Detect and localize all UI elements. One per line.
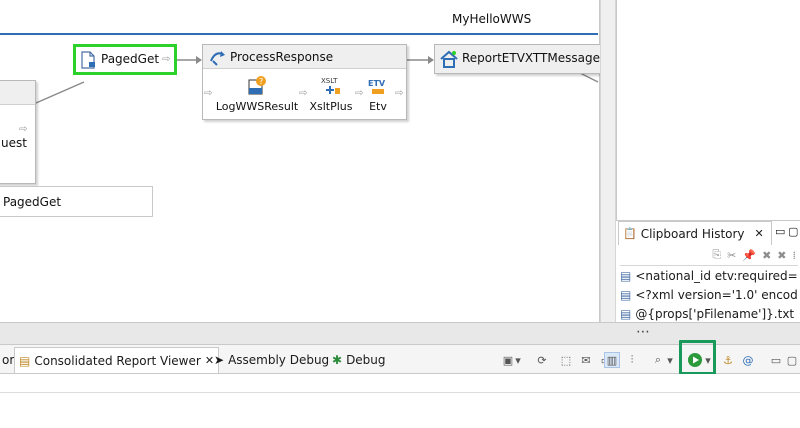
clip-file-icon: ▤ <box>620 306 632 321</box>
flow-node-partial-left[interactable]: ⇨ uest <box>0 80 36 184</box>
pin-icon[interactable]: 📌 <box>742 249 756 262</box>
document-icon <box>81 51 95 69</box>
minimize-icon[interactable]: ▭ <box>768 352 784 368</box>
chart-view-icon[interactable]: ⫶ <box>624 352 640 368</box>
etv-icon-text: ETV <box>368 79 386 88</box>
link-icon[interactable]: ⚓ <box>720 352 736 368</box>
play-button-highlight <box>679 340 716 375</box>
zoom-icon[interactable]: ⌕ <box>650 352 666 368</box>
ellipsis-icon[interactable]: ⋯ <box>636 324 650 340</box>
maximize-icon[interactable]: ▢ <box>784 352 800 368</box>
sub-step-etv[interactable]: ETV Etv <box>363 75 393 113</box>
clipboard-toolbar: ⎘ ✂ 📌 ✖ ✖ ⁞ <box>616 245 800 265</box>
assembly-debug-icon: ➤ <box>214 353 225 367</box>
clipboard-title: Clipboard History <box>640 226 745 241</box>
minimize-icon[interactable]: ▭ <box>775 225 785 238</box>
port-arrow-icon: ⇨ <box>204 88 213 99</box>
list-item[interactable]: ▤ <?xml version='1.0' encodin <box>620 285 798 304</box>
cut-icon[interactable]: ✂ <box>727 249 736 262</box>
svg-text:?: ? <box>259 77 263 86</box>
flow-node-report[interactable]: ReportETVXTTMessages <box>434 44 606 74</box>
copy-icon[interactable]: ⎘ <box>712 248 721 262</box>
home-icon <box>440 50 458 68</box>
node-label: PagedGet <box>101 52 160 66</box>
tab-consolidated-report-viewer[interactable]: ▤ Consolidated Report Viewer ✕ <box>14 347 220 373</box>
sub-step-label: XsltPlus <box>309 100 353 113</box>
port-arrow-icon: ⇨ <box>19 124 28 135</box>
report-viewer-content <box>0 374 800 428</box>
clipboard-icon: 📋 <box>623 227 637 240</box>
tab-debug[interactable]: ✱ Debug <box>328 347 390 373</box>
clip-file-icon: ▤ <box>620 287 632 302</box>
xslt-icon: XSLT <box>321 77 340 94</box>
xslt-icon-text: XSLT <box>321 77 338 85</box>
bottom-divider <box>0 392 800 393</box>
node-label: uest <box>1 136 27 150</box>
at-icon[interactable]: @ <box>740 352 756 368</box>
flow-node-lower[interactable]: PagedGet <box>0 186 153 217</box>
more-icon[interactable]: ⁞ <box>793 249 797 262</box>
node-label: PagedGet <box>3 195 62 209</box>
log-result-icon: ? <box>248 76 266 95</box>
sub-step-label: Etv <box>369 100 387 113</box>
clipboard-history-panel: 📋 Clipboard History ✕ ▭ ▢ ⎘ ✂ 📌 ✖ ✖ ⁞ ▤ … <box>616 220 800 322</box>
port-arrow-icon: ⇨ <box>162 54 171 65</box>
sub-step-label: LogWWSResult <box>215 100 299 113</box>
close-icon[interactable]: ✕ <box>755 227 764 240</box>
etv-icon: ETV <box>368 79 386 94</box>
process-arrow-icon <box>210 51 225 66</box>
flow-node-paged-get[interactable]: PagedGet ⇨ <box>73 44 177 75</box>
node-label: ProcessResponse <box>230 50 334 64</box>
report-viewer-icon: ▤ <box>19 353 31 368</box>
node-label: ReportETVXTTMessages <box>462 51 607 65</box>
dropdown-icon[interactable]: ▾ <box>514 352 522 368</box>
list-item[interactable]: ▤ @{props['pFilename']}.txt <box>620 304 798 321</box>
clear-icon[interactable]: ✖ <box>777 249 786 262</box>
port-arrow-icon: ⇨ <box>395 88 404 99</box>
document-view-icon[interactable]: ▥ <box>604 352 620 368</box>
sub-step-logwwsresult[interactable]: ? LogWWSResult <box>215 75 299 113</box>
flow-node-process-response[interactable]: ProcessResponse ⇨ ? LogWWSResult ⇨ XSLT … <box>202 44 407 120</box>
email-icon[interactable]: ✉ <box>578 352 594 368</box>
export-icon[interactable]: ⬚ <box>558 352 574 368</box>
delete-icon[interactable]: ✖ <box>762 249 771 262</box>
clip-file-icon: ▤ <box>620 268 632 283</box>
tab-assembly-debug[interactable]: ➤ Assembly Debug <box>210 347 333 373</box>
clipboard-list: ▤ <national_id etv:required=" ▤ <?xml ve… <box>620 265 798 321</box>
refresh-icon[interactable]: ⟳ <box>534 352 550 368</box>
list-item[interactable]: ▤ <national_id etv:required=" <box>620 266 798 285</box>
sub-step-xsltplus[interactable]: XSLT XsltPlus <box>307 75 355 113</box>
maximize-icon[interactable]: ▢ <box>788 225 798 238</box>
canvas-vertical-scrollbar[interactable] <box>600 0 616 322</box>
bug-icon: ✱ <box>332 353 343 367</box>
tab-clipboard-history[interactable]: 📋 Clipboard History ✕ <box>618 221 772 245</box>
dropdown-icon[interactable]: ▾ <box>666 352 674 368</box>
flow-canvas[interactable]: MyHelloWWS ⇨ uest PagedGet ⇨ ProcessResp… <box>0 0 606 322</box>
